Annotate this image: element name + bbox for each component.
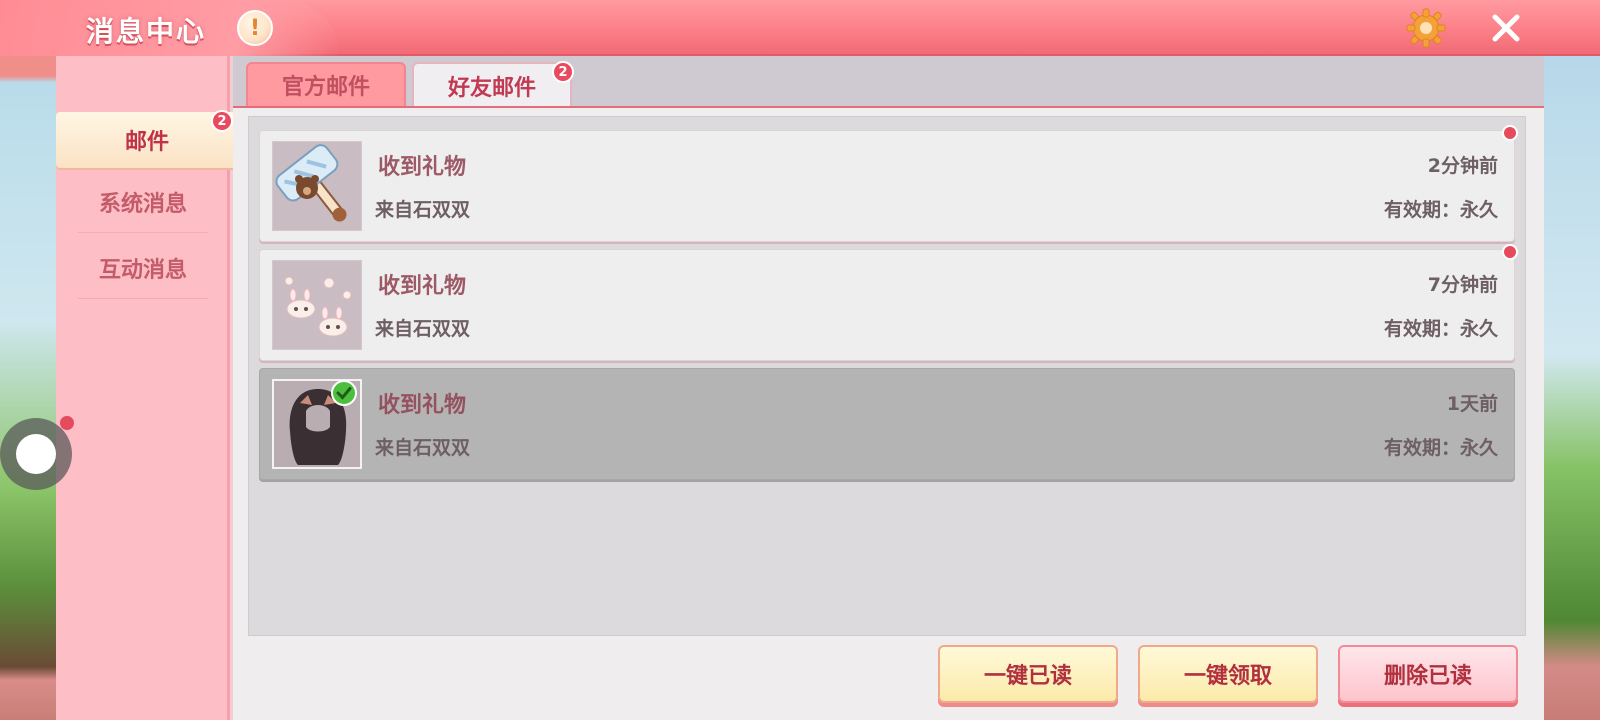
bunny-face-gift-icon [272,260,362,350]
gear-icon[interactable] [1405,7,1447,49]
notification-dot [60,416,74,430]
sidebar: 邮件 2 系统消息 互动消息 [56,56,238,720]
mail-time: 7分钟前 [1427,274,1498,296]
exclamation-icon[interactable]: ! [237,10,273,46]
sidebar-item-label: 互动消息 [98,258,187,283]
mail-item[interactable]: 收到礼物 来自石双双 7分钟前 有效期：永久 [259,249,1515,361]
sidebar-item-label: 邮件 [124,130,169,155]
friend-mail-count-badge: 2 [552,61,574,83]
mail-time: 2分钟前 [1427,155,1498,177]
mail-title: 收到礼物 [378,155,467,180]
claim-all-button[interactable]: 一键领取 [1138,645,1318,703]
sidebar-divider [78,232,208,233]
mail-time: 1天前 [1446,393,1498,415]
mail-count-badge: 2 [211,110,233,132]
close-icon[interactable] [1488,10,1524,46]
sidebar-item-interaction-messages[interactable]: 互动消息 [56,240,230,296]
floating-joystick[interactable] [0,418,72,490]
mail-title: 收到礼物 [378,393,467,418]
tab-friend-mail[interactable]: 好友邮件 [412,62,572,108]
read-all-button[interactable]: 一键已读 [938,645,1118,703]
tab-official-mail[interactable]: 官方邮件 [246,62,406,108]
mail-item[interactable]: 收到礼物 来自石双双 2分钟前 有效期：永久 [259,130,1515,242]
delete-read-button[interactable]: 删除已读 [1338,645,1518,703]
mail-validity: 有效期：永久 [1383,318,1498,340]
game-background-left [0,56,58,720]
mail-title: 收到礼物 [378,274,467,299]
sidebar-item-label: 系统消息 [98,192,187,217]
mail-sender: 来自石双双 [375,199,471,221]
joystick-knob [16,434,56,474]
sidebar-item-system-messages[interactable]: 系统消息 [56,174,230,230]
claimed-check-icon [330,379,358,407]
page-title: 消息中心 [86,15,207,48]
mail-sender: 来自石双双 [375,437,471,459]
hammer-gift-icon [272,141,362,231]
mail-item[interactable]: 收到礼物 来自石双双 1天前 有效期：永久 [259,368,1515,480]
mail-validity: 有效期：永久 [1383,437,1498,459]
mail-validity: 有效期：永久 [1383,199,1498,221]
mail-sender: 来自石双双 [375,318,471,340]
unread-dot [1502,244,1518,260]
game-background-right [1544,56,1600,720]
title-bar: 消息中心 ! [0,0,1600,56]
sidebar-divider [78,298,208,299]
unread-dot [1502,125,1518,141]
